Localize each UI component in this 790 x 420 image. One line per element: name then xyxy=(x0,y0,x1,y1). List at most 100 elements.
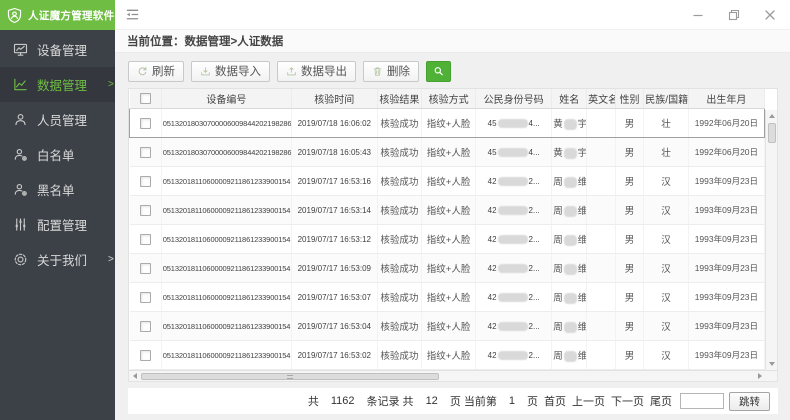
close-icon[interactable] xyxy=(764,9,776,21)
row-checkbox-cell xyxy=(130,312,162,341)
page-number-input[interactable] xyxy=(680,393,724,409)
cell-birth-date: 1993年09月23日 xyxy=(688,312,764,341)
cell-english-name xyxy=(587,167,616,196)
table-row[interactable]: 05132018030700006009844202198286 2019/07… xyxy=(130,109,765,138)
export-button[interactable]: 数据导出 xyxy=(277,61,356,82)
table-row[interactable]: 05132018110600009211861233900154 2019/07… xyxy=(130,254,765,283)
collapse-sidebar-icon[interactable] xyxy=(125,7,140,22)
row-checkbox[interactable] xyxy=(140,292,151,303)
sidebar-item-whitelist[interactable]: 白名单 xyxy=(0,137,115,172)
gear-icon xyxy=(13,252,28,267)
redacted-id-blur xyxy=(498,119,528,128)
delete-button[interactable]: 删除 xyxy=(363,61,419,82)
cell-birth-date: 1993年09月23日 xyxy=(688,196,764,225)
column-header: 核验结果 xyxy=(377,89,421,109)
table-row[interactable]: 05132018110600009211861233900154 2019/07… xyxy=(130,167,765,196)
row-checkbox[interactable] xyxy=(140,118,151,129)
table-header-row: 设备编号 核验时间 核验结果 核验方式 公民身份号码 姓名 xyxy=(130,89,765,109)
cell-gender: 男 xyxy=(615,196,644,225)
redacted-id-blur xyxy=(498,206,528,215)
total-pages: 12 xyxy=(426,395,438,407)
total-records: 1162 xyxy=(331,395,355,407)
scroll-right-arrow[interactable] xyxy=(754,371,766,382)
cell-verify-method: 指纹+人脸 xyxy=(422,341,476,370)
select-all-checkbox[interactable] xyxy=(140,93,151,104)
cell-verify-result: 核验成功 xyxy=(377,254,421,283)
search-button[interactable] xyxy=(426,61,451,82)
cell-birth-date: 1993年09月23日 xyxy=(688,341,764,370)
horizontal-scrollbar[interactable] xyxy=(128,371,778,382)
scroll-down-arrow[interactable] xyxy=(766,358,778,370)
row-checkbox-cell xyxy=(130,254,162,283)
sidebar-item-label: 数据管理 xyxy=(37,75,87,94)
cell-ethnicity: 汉 xyxy=(644,225,688,254)
maximize-icon[interactable] xyxy=(728,9,740,21)
refresh-button[interactable]: 刷新 xyxy=(128,61,184,82)
minimize-icon[interactable] xyxy=(692,9,704,21)
column-header: 英文名 xyxy=(587,89,616,109)
table-row[interactable]: 05132018110600009211861233900154 2019/07… xyxy=(130,283,765,312)
cell-verify-result: 核验成功 xyxy=(377,138,421,167)
cell-verify-method: 指纹+人脸 xyxy=(422,254,476,283)
sidebar-item-data-management[interactable]: 数据管理 > xyxy=(0,67,115,102)
next-page-link[interactable]: 下一页 xyxy=(611,393,644,409)
jump-button[interactable]: 跳转 xyxy=(729,392,770,411)
cell-gender: 男 xyxy=(615,283,644,312)
sidebar-item-blacklist[interactable]: 黑名单 xyxy=(0,172,115,207)
sidebar-item-label: 关于我们 xyxy=(37,250,87,269)
sidebar-item-device-management[interactable]: 设备管理 xyxy=(0,32,115,67)
table-row[interactable]: 05132018110600009211861233900154 2019/07… xyxy=(130,225,765,254)
delete-icon xyxy=(372,66,383,77)
scroll-left-arrow[interactable] xyxy=(129,371,141,382)
cell-name: 周维 xyxy=(552,196,587,225)
sidebar-item-personnel-management[interactable]: 人员管理 xyxy=(0,102,115,137)
row-checkbox[interactable] xyxy=(140,147,151,158)
table-row[interactable]: 05132018030700006009844202198286 2019/07… xyxy=(130,138,765,167)
sidebar-item-about-us[interactable]: 关于我们 > xyxy=(0,242,115,277)
sidebar-item-config-management[interactable]: 配置管理 xyxy=(0,207,115,242)
row-checkbox[interactable] xyxy=(140,205,151,216)
chevron-right-indicator: > xyxy=(108,254,114,265)
row-checkbox-cell xyxy=(130,196,162,225)
horizontal-scrollbar-thumb[interactable] xyxy=(141,373,439,380)
vertical-scrollbar-thumb[interactable] xyxy=(768,123,776,143)
redacted-name-blur xyxy=(564,148,577,159)
cell-verify-method: 指纹+人脸 xyxy=(422,109,476,138)
import-button[interactable]: 数据导入 xyxy=(191,61,270,82)
table-row[interactable]: 05132018110600009211861233900154 2019/07… xyxy=(130,312,765,341)
table-row[interactable]: 05132018110600009211861233900154 2019/07… xyxy=(130,196,765,225)
vertical-scrollbar[interactable] xyxy=(765,110,777,371)
cell-verify-result: 核验成功 xyxy=(377,109,421,138)
cell-device-number: 05132018030700006009844202198286 xyxy=(161,138,291,167)
cell-name: 周维 xyxy=(552,167,587,196)
content-panel: 刷新 数据导入 数据导出 删除 xyxy=(115,53,790,420)
sidebar-item-label: 人员管理 xyxy=(37,110,87,129)
cell-english-name xyxy=(587,312,616,341)
app-brand: 人证魔方管理软件 xyxy=(0,0,115,30)
search-icon xyxy=(433,65,444,77)
toolbar-button-label: 数据导出 xyxy=(301,63,347,79)
row-checkbox-cell xyxy=(130,167,162,196)
cell-english-name xyxy=(587,283,616,312)
toolbar: 刷新 数据导入 数据导出 删除 xyxy=(128,60,778,83)
cell-citizen-id: 422... xyxy=(476,167,552,196)
redacted-id-blur xyxy=(498,264,528,273)
cell-citizen-id: 422... xyxy=(476,196,552,225)
person-icon xyxy=(13,112,28,127)
row-checkbox-cell xyxy=(130,225,162,254)
first-page-link[interactable]: 首页 xyxy=(544,393,566,409)
scroll-up-arrow[interactable] xyxy=(766,110,778,122)
row-checkbox[interactable] xyxy=(140,263,151,274)
redacted-id-blur xyxy=(498,235,528,244)
row-checkbox[interactable] xyxy=(140,350,151,361)
cell-verify-time: 2019/07/18 16:06:02 xyxy=(291,109,377,138)
prev-page-link[interactable]: 上一页 xyxy=(572,393,605,409)
redacted-name-blur xyxy=(564,293,577,304)
import-icon xyxy=(200,66,211,77)
cell-ethnicity: 壮 xyxy=(644,109,688,138)
table-row[interactable]: 05132018110600009211861233900154 2019/07… xyxy=(130,341,765,370)
last-page-link[interactable]: 尾页 xyxy=(650,393,672,409)
row-checkbox[interactable] xyxy=(140,321,151,332)
row-checkbox[interactable] xyxy=(140,234,151,245)
row-checkbox[interactable] xyxy=(140,176,151,187)
